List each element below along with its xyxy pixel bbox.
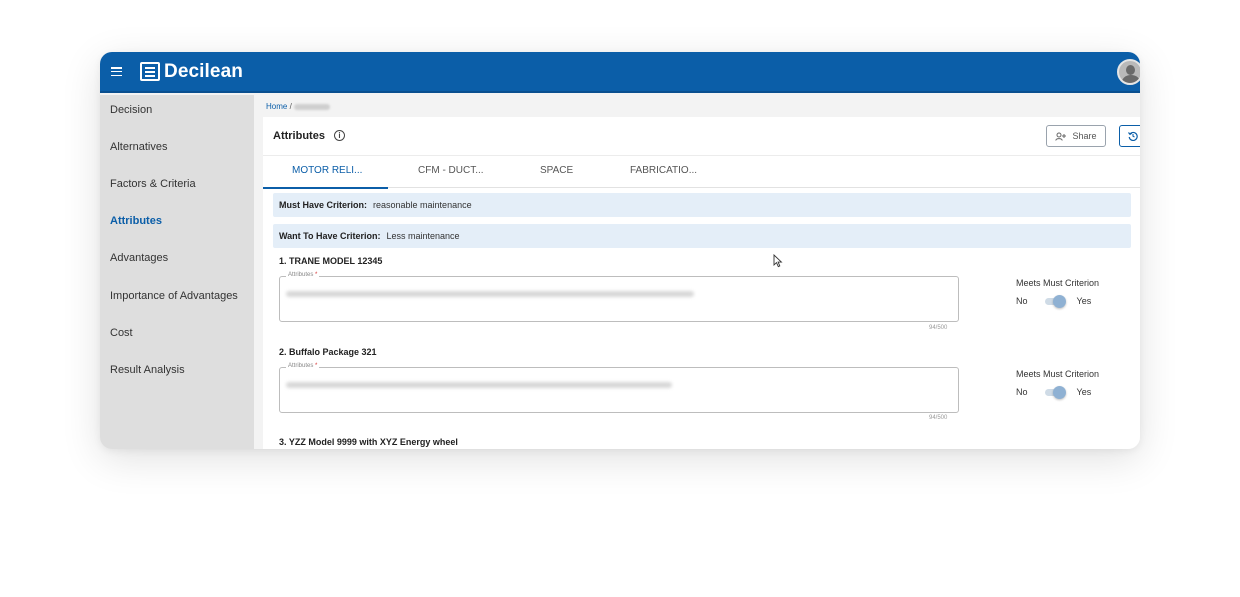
alternative-title: 1. TRANE MODEL 12345: [279, 256, 383, 266]
breadcrumb-current-redacted: [294, 103, 331, 110]
breadcrumb-separator: /: [289, 102, 292, 111]
tab-space[interactable]: SPACE: [540, 165, 573, 176]
meets-must-criterion-label: Meets Must Criterion: [1016, 278, 1100, 288]
tab-motor-reliability[interactable]: MOTOR RELI...: [292, 165, 362, 176]
meets-must-criterion-toggle-row: No Yes: [1016, 386, 1092, 399]
attributes-textarea[interactable]: Attributes *: [279, 363, 959, 413]
share-icon: [1055, 132, 1067, 141]
app-window: Decilean Decision Alternatives Factors &…: [100, 52, 1140, 449]
sidebar-item-result-analysis[interactable]: Result Analysis: [110, 364, 185, 376]
toggle-yes-label: Yes: [1076, 387, 1092, 397]
meets-must-criterion-switch[interactable]: [1043, 295, 1067, 308]
criteria-tabs: MOTOR RELI... CFM - DUCT... SPACE FABRIC…: [263, 155, 1140, 189]
attributes-text-redacted: [286, 382, 672, 388]
info-icon[interactable]: i: [334, 130, 345, 141]
character-counter: 94/500: [929, 415, 948, 421]
app-logo-text[interactable]: Decilean: [164, 61, 243, 83]
meets-must-criterion-switch[interactable]: [1043, 386, 1067, 399]
sidebar-item-importance-of-advantages[interactable]: Importance of Advantages: [110, 290, 238, 302]
history-icon: [1128, 131, 1138, 141]
attributes-text-redacted: [286, 291, 694, 297]
breadcrumb: Home /: [266, 102, 331, 111]
breadcrumb-home-link[interactable]: Home: [266, 102, 287, 111]
sidebar-item-attributes[interactable]: Attributes: [110, 215, 162, 227]
hamburger-icon[interactable]: [111, 67, 122, 77]
must-have-label: Must Have Criterion:: [279, 200, 368, 210]
mouse-cursor-icon: [773, 254, 783, 268]
toggle-no-label: No: [1016, 387, 1028, 397]
sidebar-item-decision[interactable]: Decision: [110, 104, 152, 116]
user-avatar-icon[interactable]: [1117, 59, 1140, 85]
top-bar: Decilean: [100, 52, 1140, 93]
alternative-title: 3. YZZ Model 9999 with XYZ Energy wheel: [279, 437, 458, 447]
want-to-have-value: Less maintenance: [386, 231, 460, 241]
main-content: Home / Attributes i Share MOTOR RELI... …: [254, 95, 1140, 449]
sidebar-item-advantages[interactable]: Advantages: [110, 252, 168, 264]
decilean-logo-icon: [140, 62, 160, 81]
sidebar-item-cost[interactable]: Cost: [110, 327, 133, 339]
alternative-title: 2. Buffalo Package 321: [279, 347, 377, 357]
character-counter: 94/500: [929, 325, 948, 331]
toggle-yes-label: Yes: [1076, 296, 1092, 306]
sidebar-item-alternatives[interactable]: Alternatives: [110, 141, 167, 153]
page-title: Attributes: [273, 130, 325, 142]
share-button[interactable]: Share: [1046, 125, 1106, 147]
tab-cfm-duct[interactable]: CFM - DUCT...: [418, 165, 484, 176]
want-to-have-label: Want To Have Criterion:: [279, 231, 381, 241]
sidebar-item-factors-criteria[interactable]: Factors & Criteria: [110, 178, 196, 190]
attributes-field-label: Attributes *: [286, 363, 320, 369]
want-to-have-criterion: Want To Have Criterion: Less maintenance: [273, 224, 1131, 248]
tab-fabrication[interactable]: FABRICATIO...: [630, 165, 697, 176]
history-button[interactable]: [1119, 125, 1140, 147]
meets-must-criterion-toggle-row: No Yes: [1016, 295, 1092, 308]
attributes-field-label: Attributes *: [286, 272, 320, 278]
attributes-panel: Attributes i Share MOTOR RELI... CFM - D…: [263, 117, 1140, 449]
sidebar: Decision Alternatives Factors & Criteria…: [100, 95, 254, 449]
attributes-textarea[interactable]: Attributes *: [279, 272, 959, 322]
must-have-value: reasonable maintenance: [373, 200, 472, 210]
active-tab-indicator: [263, 187, 388, 189]
meets-must-criterion-label: Meets Must Criterion: [1016, 369, 1100, 379]
must-have-criterion: Must Have Criterion: reasonable maintena…: [273, 193, 1131, 217]
share-button-label: Share: [1072, 131, 1097, 141]
toggle-no-label: No: [1016, 296, 1028, 306]
